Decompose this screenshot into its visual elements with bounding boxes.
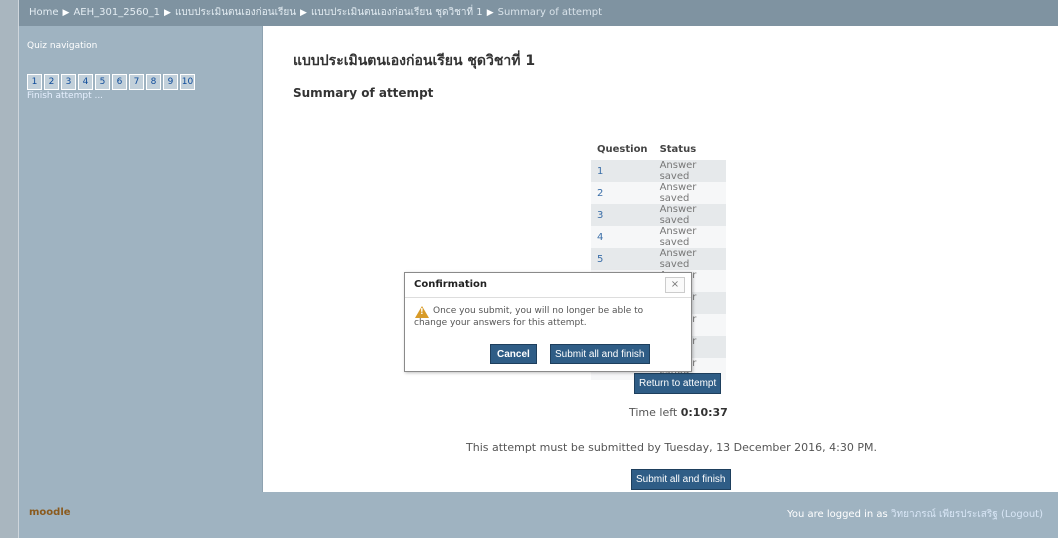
login-info: You are logged in as วิทยาภรณ์ เพียรประเ… bbox=[787, 507, 1043, 522]
finish-attempt-link[interactable]: Finish attempt ... bbox=[27, 91, 103, 101]
table-row: 3 Answer saved bbox=[591, 204, 726, 226]
dialog-message: Once you submit, you will no longer be a… bbox=[414, 306, 644, 328]
table-row: 1 Answer saved bbox=[591, 160, 726, 182]
summary-heading: Summary of attempt bbox=[293, 86, 434, 100]
return-to-attempt-button[interactable]: Return to attempt bbox=[634, 373, 722, 394]
breadcrumb-separator-icon: ▶ bbox=[486, 8, 494, 18]
logout-link[interactable]: (Logout) bbox=[1001, 509, 1043, 520]
question-nav-button-7[interactable]: 7 bbox=[129, 74, 144, 90]
question-nav-button-1[interactable]: 1 bbox=[27, 74, 42, 90]
breadcrumb-quiz[interactable]: แบบประเมินตนเองก่อนเรียน ชุดวิชาที่ 1 bbox=[311, 7, 483, 18]
time-left-label: Time left bbox=[629, 406, 678, 419]
quiz-title: แบบประเมินตนเองก่อนเรียน ชุดวิชาที่ 1 bbox=[293, 53, 536, 69]
table-row: 5 Answer saved bbox=[591, 248, 726, 270]
breadcrumb-home[interactable]: Home bbox=[29, 7, 59, 18]
question-nav-button-10[interactable]: 10 bbox=[180, 74, 195, 90]
quiz-navigation-block: Quiz navigation 1 2 3 4 5 6 7 8 9 10 Fin… bbox=[19, 26, 263, 492]
question-status: Answer saved bbox=[653, 182, 726, 204]
question-nav-buttons: 1 2 3 4 5 6 7 8 9 10 bbox=[27, 74, 195, 90]
breadcrumb-separator-icon: ▶ bbox=[300, 8, 307, 18]
table-row: 4 Answer saved bbox=[591, 226, 726, 248]
login-prefix: You are logged in as bbox=[787, 509, 888, 520]
question-nav-button-4[interactable]: 4 bbox=[78, 74, 93, 90]
close-icon[interactable]: × bbox=[665, 277, 685, 293]
moodle-logo[interactable]: moodle bbox=[29, 507, 71, 518]
dialog-title: Confirmation bbox=[414, 279, 488, 290]
question-nav-button-9[interactable]: 9 bbox=[163, 74, 178, 90]
quiz-navigation-title: Quiz navigation bbox=[27, 41, 98, 51]
question-nav-button-3[interactable]: 3 bbox=[61, 74, 76, 90]
time-left: Time left 0:10:37 bbox=[629, 406, 728, 419]
breadcrumb-separator-icon: ▶ bbox=[62, 8, 70, 18]
breadcrumb-section[interactable]: แบบประเมินตนเองก่อนเรียน bbox=[175, 7, 296, 18]
column-header-question: Question bbox=[597, 144, 648, 155]
page-footer: moodle You are logged in as วิทยาภรณ์ เพ… bbox=[19, 492, 1058, 538]
question-number-link[interactable]: 4 bbox=[591, 226, 654, 248]
breadcrumb-separator-icon: ▶ bbox=[164, 8, 171, 18]
table-row: 2 Answer saved bbox=[591, 182, 726, 204]
question-nav-button-5[interactable]: 5 bbox=[95, 74, 110, 90]
column-header-status: Status bbox=[659, 144, 697, 155]
main-content: แบบประเมินตนเองก่อนเรียน ชุดวิชาที่ 1 Su… bbox=[263, 26, 1058, 492]
question-status: Answer saved bbox=[653, 160, 726, 182]
user-profile-link[interactable]: วิทยาภรณ์ เพียรประเสริฐ bbox=[891, 509, 998, 520]
question-number-link[interactable]: 5 bbox=[591, 248, 654, 270]
breadcrumb-current: Summary of attempt bbox=[497, 7, 603, 18]
question-nav-button-8[interactable]: 8 bbox=[146, 74, 161, 90]
question-status: Answer saved bbox=[653, 204, 726, 226]
question-nav-button-2[interactable]: 2 bbox=[44, 74, 59, 90]
question-number-link[interactable]: 3 bbox=[591, 204, 654, 226]
question-number-link[interactable]: 2 bbox=[591, 182, 654, 204]
question-status: Answer saved bbox=[653, 226, 726, 248]
breadcrumb-course[interactable]: AEH_301_2560_1 bbox=[73, 7, 160, 18]
time-left-value: 0:10:37 bbox=[680, 406, 728, 419]
deadline-notice: This attempt must be submitted by Tuesda… bbox=[466, 441, 877, 454]
breadcrumb: Home ▶ AEH_301_2560_1 ▶ แบบประเมินตนเองก่อนเ… bbox=[19, 0, 1058, 26]
dialog-cancel-button[interactable]: Cancel bbox=[490, 344, 537, 364]
confirmation-dialog: Confirmation × ! Once you submit, you wi… bbox=[404, 272, 692, 372]
question-number-link[interactable]: 1 bbox=[591, 160, 654, 182]
question-status: Answer saved bbox=[653, 248, 726, 270]
page: Home ▶ AEH_301_2560_1 ▶ แบบประเมินตนเองก่อนเ… bbox=[18, 0, 1058, 538]
submit-all-and-finish-button[interactable]: Submit all and finish bbox=[631, 469, 731, 490]
question-nav-button-6[interactable]: 6 bbox=[112, 74, 127, 90]
dialog-submit-all-button[interactable]: Submit all and finish bbox=[550, 344, 650, 364]
dialog-header: Confirmation × bbox=[405, 273, 691, 298]
